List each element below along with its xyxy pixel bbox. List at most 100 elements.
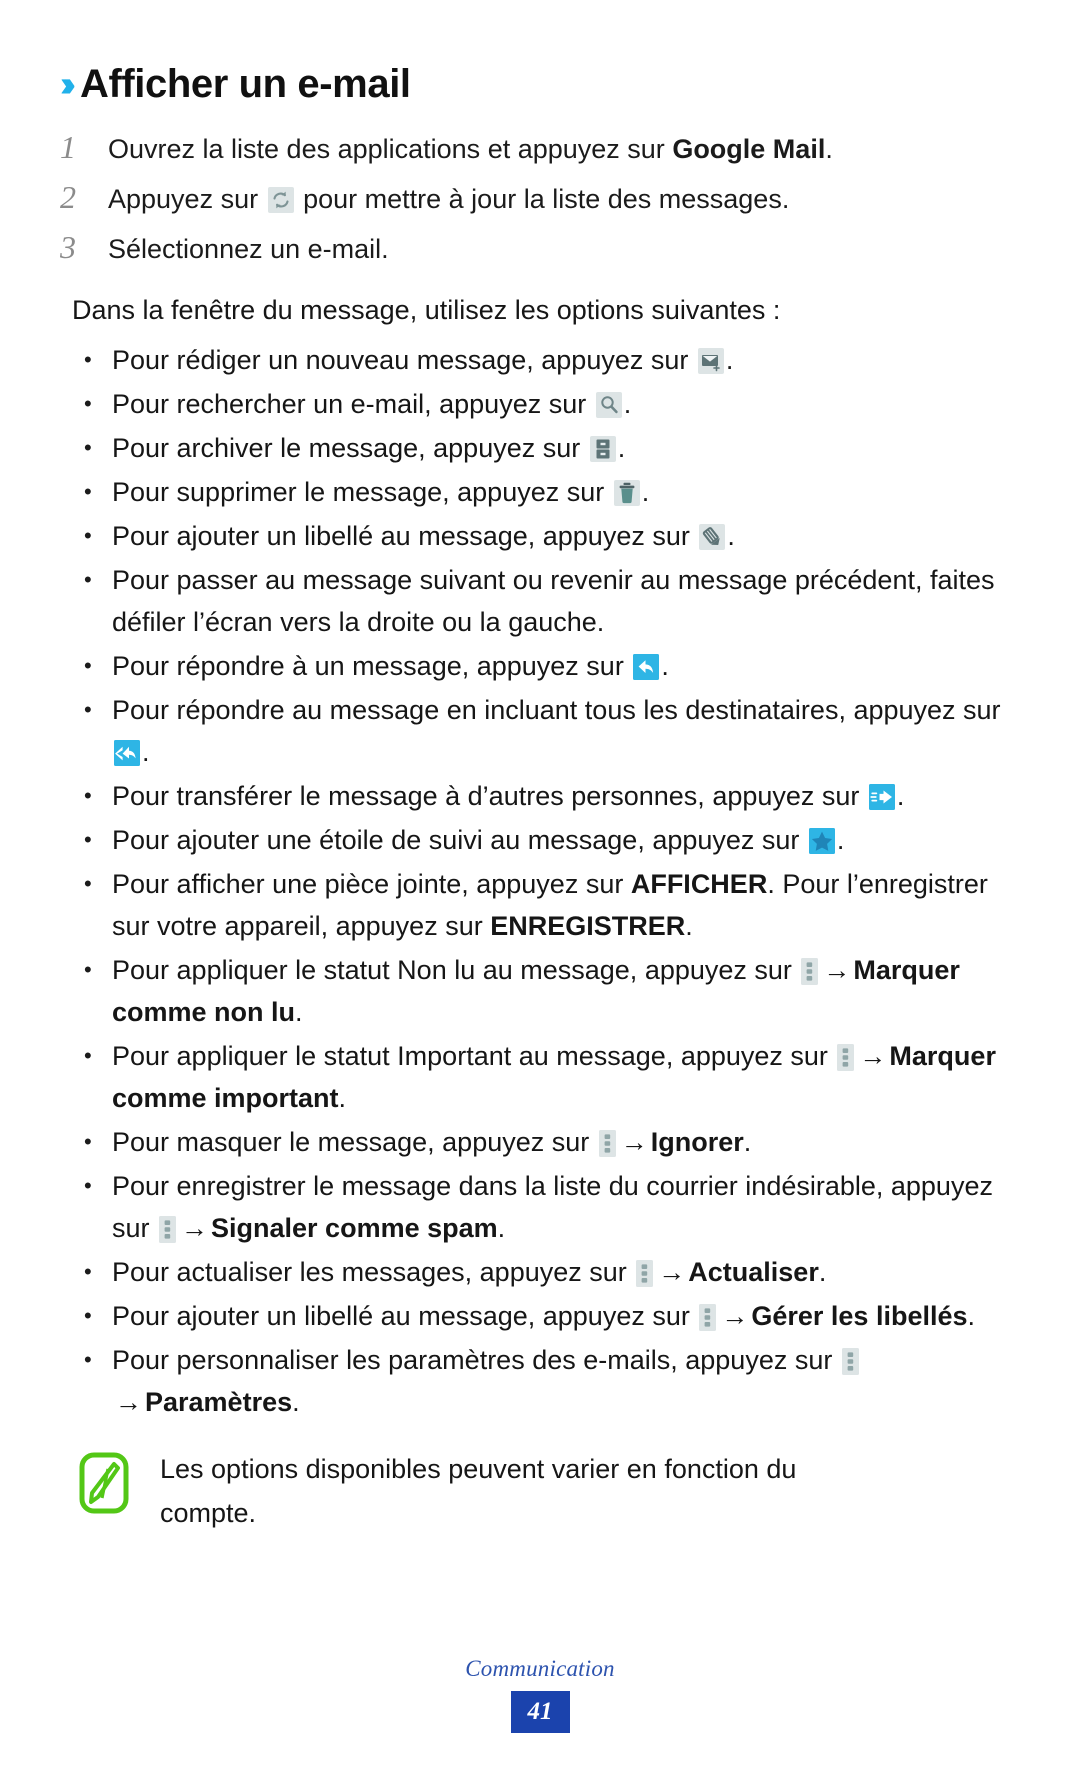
page-title-text: Afficher un e-mail [79,62,411,106]
bullet-text-end: . [725,345,734,375]
menu-icon [841,1348,859,1375]
bullet-text-end: . [896,781,905,811]
arrow-right-icon: → [115,1387,142,1417]
bullet-text: Pour appliquer le statut Important au me… [112,1041,836,1071]
numbered-steps: 1 Ouvrez la liste des applications et ap… [60,123,1020,273]
bullet-text-end: . [685,911,693,941]
note-text: Les options disponibles peuvent varier e… [160,1454,797,1528]
bullet-text: Pour répondre au message en incluant tou… [112,695,1001,725]
list-item-archive: Pour archiver le message, appuyez sur . [72,427,1020,469]
list-item-spam: Pour enregistrer le message dans la list… [72,1165,1020,1249]
bullet-text: Pour appliquer le statut Non lu au messa… [112,955,800,985]
arrow-right-icon: → [823,955,851,985]
step-2-text-after: pour mettre à jour la liste des messages… [295,184,790,214]
bullet-bold-view: AFFICHER [630,869,768,899]
bullet-text-end: . [497,1213,506,1243]
list-item-star: Pour ajouter une étoile de suivi au mess… [72,819,1020,861]
step-number: 1 [60,129,76,165]
bullet-text-end: . [743,1127,752,1157]
footer-chapter-name: Communication [465,1656,615,1681]
list-item-settings: Pour personnaliser les paramètres des e-… [72,1339,1020,1423]
list-item-mute: Pour masquer le message, appuyez sur →Ig… [72,1121,1020,1163]
bullet-text: Pour ajouter une étoile de suivi au mess… [112,825,807,855]
bullet-text-end: . [292,1387,300,1417]
options-intro: Dans la fenêtre du message, utilisez les… [72,295,781,325]
bullet-text-end: . [661,651,669,681]
step-1-text-after: . [825,134,833,164]
note-callout: Les options disponibles peuvent varier e… [78,1447,1020,1535]
compose-icon [697,348,724,374]
bullet-bold-save: ENREGISTRER [490,911,686,941]
bullet-bold: Ignorer [650,1127,744,1157]
bullet-text: Pour afficher une pièce jointe, appuyez … [112,869,631,899]
bullet-text: Pour archiver le message, appuyez sur [112,433,588,463]
footer: Communication 41 [0,1656,1080,1733]
step-1-bold: Google Mail [672,134,826,164]
page-number: 41 [510,1691,570,1733]
menu-icon [598,1130,616,1157]
bullet-text: Pour ajouter un libellé au message, appu… [112,521,698,551]
arrow-right-icon: → [620,1127,648,1157]
bullet-text-end: . [836,825,845,855]
list-item-mark-unread: Pour appliquer le statut Non lu au messa… [72,949,1020,1033]
list-item-mark-important: Pour appliquer le statut Important au me… [72,1035,1020,1119]
arrow-right-icon: → [721,1301,749,1331]
reply-all-icon [114,740,140,766]
bullet-text: Pour supprimer le message, appuyez sur [112,477,612,507]
bullet-text-end: . [338,1083,347,1113]
list-item-forward: Pour transférer le message à d’autres pe… [72,775,1020,817]
arrow-right-icon: → [181,1213,209,1243]
star-icon [808,828,835,854]
refresh-icon [267,187,294,213]
list-item-reply: Pour répondre à un message, appuyez sur … [72,645,1020,687]
reply-icon [633,654,660,680]
menu-icon [636,1260,654,1287]
menu-icon [699,1304,717,1331]
bullet-text-end: . [641,477,650,507]
page-title: ›› Afficher un e-mail [60,0,1020,107]
step-3: 3 Sélectionnez un e-mail. [60,223,1020,273]
bullet-text: Pour rechercher un e-mail, appuyez sur [112,389,594,419]
options-list: Pour rédiger un nouveau message, appuyez… [60,339,1020,1423]
bullet-text: Pour rédiger un nouveau message, appuyez… [112,345,696,375]
arrow-right-icon: → [859,1041,887,1071]
search-icon [595,392,622,418]
bullet-text-end: . [623,389,632,419]
list-item-refresh: Pour actualiser les messages, appuyez su… [72,1251,1020,1293]
bullet-text-end: . [727,521,735,551]
step-number: 2 [60,179,76,215]
list-item-search: Pour rechercher un e-mail, appuyez sur . [72,383,1020,425]
menu-icon [159,1216,177,1243]
label-icon [699,524,726,550]
menu-icon [837,1044,855,1071]
note-pen-icon [78,1451,142,1515]
step-1-text-before: Ouvrez la liste des applications et appu… [108,134,673,164]
bullet-bold: Signaler comme spam [211,1213,498,1243]
step-number: 3 [60,229,76,265]
menu-icon [801,958,819,985]
bullet-text: Pour répondre à un message, appuyez sur [112,651,632,681]
step-text: Appuyez sur pour mettre à jour la liste … [108,175,1020,223]
bullet-text-end: . [818,1257,827,1287]
list-item-manage-labels: Pour ajouter un libellé au message, appu… [72,1295,1020,1337]
bullet-text-end: . [967,1301,976,1331]
bullet-text: Pour personnaliser les paramètres des e-… [112,1345,840,1375]
step-2-text-before: Appuyez sur [108,184,266,214]
step-1: 1 Ouvrez la liste des applications et ap… [60,123,1020,173]
step-text: Sélectionnez un e-mail. [108,234,389,264]
bullet-text-end: . [617,433,626,463]
list-item-attachment: Pour afficher une pièce jointe, appuyez … [72,863,1020,947]
bullet-text: Pour ajouter un libellé au message, appu… [112,1301,698,1331]
list-item-delete: Pour supprimer le message, appuyez sur . [72,471,1020,513]
bullet-text-end: . [295,997,303,1027]
bullet-text: Pour transférer le message à d’autres pe… [112,781,867,811]
list-item-add-label: Pour ajouter un libellé au message, appu… [72,515,1020,557]
bullet-text: Pour actualiser les messages, appuyez su… [112,1257,635,1287]
chevron-double-right-icon: ›› [60,63,76,104]
bullet-text-end: . [142,737,150,767]
arrow-right-icon: → [658,1257,686,1287]
list-item-compose: Pour rédiger un nouveau message, appuyez… [72,339,1020,381]
manual-page: ›› Afficher un e-mail 1 Ouvrez la liste … [0,0,1080,1771]
list-item-navigate: Pour passer au message suivant ou reveni… [72,559,1020,643]
trash-icon [613,480,640,506]
